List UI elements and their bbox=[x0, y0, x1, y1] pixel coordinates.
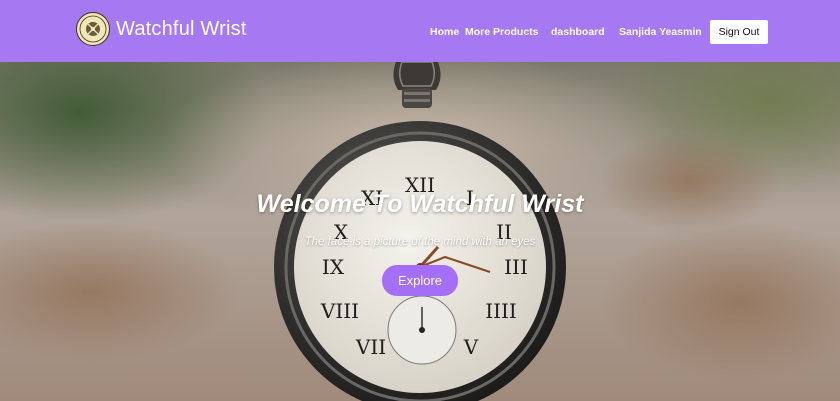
brand[interactable]: Watchful Wrist bbox=[76, 11, 247, 47]
top-navbar: Watchful Wrist Home More Products dashbo… bbox=[0, 0, 840, 62]
svg-text:VIII: VIII bbox=[320, 299, 359, 323]
hero-background-image: XII I II III IIII V VII VIII IX X XI bbox=[0, 62, 840, 401]
svg-text:III: III bbox=[504, 255, 528, 279]
brand-name: Watchful Wrist bbox=[116, 17, 247, 40]
svg-text:V: V bbox=[463, 335, 479, 359]
hero-subtitle: The face is a picture of the mind with a… bbox=[304, 236, 536, 248]
hero-banner: XII I II III IIII V VII VIII IX X XI Wel… bbox=[0, 62, 840, 401]
svg-text:IX: IX bbox=[322, 255, 345, 279]
explore-button[interactable]: Explore bbox=[382, 265, 458, 296]
user-name: Sanjida Yeasmin bbox=[619, 26, 702, 38]
svg-text:VII: VII bbox=[355, 335, 386, 359]
sign-out-button[interactable]: Sign Out bbox=[710, 20, 768, 44]
nav-more-products[interactable]: More Products bbox=[465, 25, 539, 39]
hero-title: Welcome To Watchful Wrist bbox=[256, 190, 584, 218]
svg-text:IIII: IIII bbox=[485, 299, 517, 323]
nav-dashboard[interactable]: dashboard bbox=[551, 25, 605, 39]
nav-home[interactable]: Home bbox=[430, 25, 459, 39]
watch-emblem-icon bbox=[76, 12, 110, 46]
